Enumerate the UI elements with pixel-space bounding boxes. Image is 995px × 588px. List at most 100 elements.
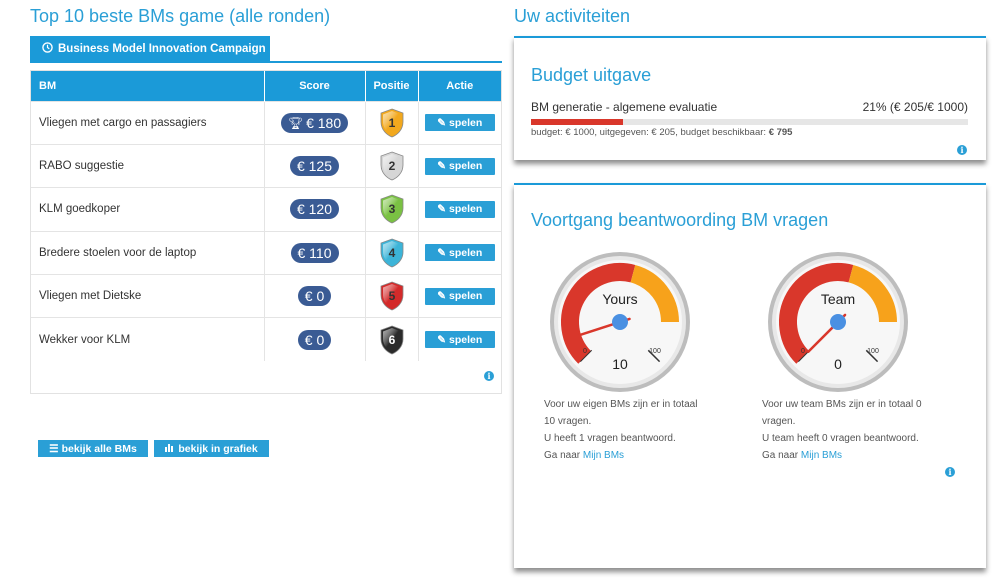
rank-shield-icon: 6 — [380, 325, 403, 355]
score-value: € 0 — [304, 288, 325, 305]
gauge-desc-line: U heeft 1 vragen beantwoord. — [544, 433, 676, 444]
info-icon[interactable]: i — [957, 145, 967, 155]
play-button[interactable]: ✎ spelen — [424, 287, 495, 305]
pencil-icon: ✎ — [437, 203, 447, 216]
score-cell: € 0 — [264, 317, 366, 362]
budget-percent: 21% (€ 205/€ 1000) — [862, 100, 968, 114]
action-cell: ✎ spelen — [418, 100, 501, 145]
score-value: € 180 — [306, 114, 342, 131]
view-all-bms-label: bekijk alle BMs — [61, 442, 137, 455]
table-row: Vliegen met Dietske € 0 5 ✎ spelen — [31, 274, 501, 318]
trophy-icon: 🏆︎ — [287, 115, 304, 130]
gauge-value: 0 — [834, 356, 842, 372]
score-badge: € 110 — [290, 242, 339, 263]
bm-name[interactable]: Vliegen met Dietske — [31, 274, 265, 318]
play-button-label: spelen — [449, 160, 483, 173]
gauge-dial: Yours 0 100 10 — [550, 252, 690, 392]
play-button-label: spelen — [449, 116, 483, 129]
rank-number: 4 — [388, 246, 395, 260]
position-cell: 6 — [365, 317, 419, 362]
rank-number: 2 — [388, 159, 395, 173]
gauge-max-label: 100 — [867, 348, 879, 355]
budget-progress-fill — [531, 119, 623, 125]
column-header-bm[interactable]: BM — [31, 71, 265, 101]
play-button[interactable]: ✎ spelen — [424, 331, 495, 349]
action-cell: ✎ spelen — [418, 143, 501, 188]
view-chart-label: bekijk in grafiek — [178, 442, 258, 455]
table-row: Vliegen met cargo en passagiers 🏆︎ € 180… — [31, 100, 501, 145]
score-cell: 🏆︎ € 180 — [264, 100, 366, 145]
gauge-value: 10 — [612, 356, 628, 372]
position-cell: 4 — [365, 230, 419, 275]
gauge: Team 0 100 0 — [767, 251, 909, 393]
gauge-description: Voor uw eigen BMs zijn er in totaal 10 v… — [544, 396, 714, 464]
view-chart-button[interactable]: bekijk in grafiek — [154, 440, 269, 457]
pencil-icon: ✎ — [437, 333, 447, 346]
table-header-row: BM Score Positie Actie — [31, 71, 501, 101]
rank-number: 5 — [388, 289, 395, 303]
table-row: RABO suggestie € 125 2 ✎ spelen — [31, 143, 501, 188]
bm-name[interactable]: KLM goedkoper — [31, 187, 265, 232]
column-header-score[interactable]: Score — [264, 71, 366, 101]
gauge-goto-text: Ga naar — [762, 450, 801, 461]
score-cell: € 125 — [264, 143, 366, 188]
score-badge: € 120 — [289, 199, 340, 220]
campaign-tab[interactable]: Business Model Innovation Campaign — [30, 36, 270, 61]
position-cell: 5 — [365, 274, 419, 318]
rank-shield-icon: 1 — [380, 108, 403, 138]
play-button-label: spelen — [449, 246, 483, 259]
play-button[interactable]: ✎ spelen — [424, 157, 495, 175]
gauge-max-label: 100 — [649, 348, 661, 355]
play-button[interactable]: ✎ spelen — [424, 200, 495, 218]
action-cell: ✎ spelen — [418, 230, 501, 275]
top10-table: BM Score Positie Actie Vliegen met cargo… — [31, 71, 501, 362]
position-cell: 2 — [365, 143, 419, 188]
play-button-label: spelen — [449, 203, 483, 216]
budget-box: Budget uitgave BM generatie - algemene e… — [514, 36, 986, 160]
gauge-min-label: 0 — [801, 348, 805, 355]
rank-number: 1 — [388, 116, 395, 130]
campaign-tab-underline — [30, 61, 502, 63]
score-cell: € 110 — [264, 230, 366, 275]
play-button[interactable]: ✎ spelen — [424, 244, 495, 262]
info-icon[interactable]: i — [945, 467, 955, 477]
gauge-description: Voor uw team BMs zijn er in totaal 0 vra… — [762, 396, 932, 464]
rank-shield-icon: 3 — [380, 195, 403, 224]
gauge-hub — [830, 314, 846, 330]
view-all-bms-button[interactable]: ☰ bekijk alle BMs — [38, 440, 148, 457]
info-icon[interactable]: i — [484, 371, 494, 381]
score-value: € 125 — [296, 158, 333, 175]
column-header-action: Actie — [418, 71, 501, 101]
gauge-goto: Ga naar Mijn BMs — [544, 447, 714, 464]
my-bms-link[interactable]: Mijn BMs — [583, 450, 624, 461]
budget-summary: budget: € 1000, uitgegeven: € 205, budge… — [531, 127, 792, 138]
position-cell: 3 — [365, 187, 419, 232]
pencil-icon: ✎ — [437, 160, 447, 173]
gauge-label: Yours — [602, 291, 637, 307]
gauge-desc-line: Voor uw eigen BMs zijn er in totaal — [544, 399, 698, 410]
top10-panel: BM Score Positie Actie Vliegen met cargo… — [30, 70, 502, 457]
bm-name[interactable]: Wekker voor KLM — [31, 317, 265, 362]
play-button[interactable]: ✎ spelen — [424, 114, 495, 132]
gauge-desc-line: U team heeft 0 vragen beantwoord. — [762, 433, 919, 444]
gauge-goto-text: Ga naar — [544, 450, 583, 461]
action-cell: ✎ spelen — [418, 274, 501, 318]
campaign-tab-label: Business Model Innovation Campaign — [58, 42, 266, 55]
budget-available: € 795 — [768, 127, 793, 138]
my-bms-link[interactable]: Mijn BMs — [801, 450, 842, 461]
table-row: Bredere stoelen voor de laptop € 110 4 ✎… — [31, 230, 501, 275]
clock-icon — [42, 41, 53, 56]
budget-progress-bar — [531, 119, 968, 125]
gauge: Yours 0 100 10 — [549, 251, 691, 393]
bm-name[interactable]: RABO suggestie — [31, 143, 265, 188]
bm-name[interactable]: Vliegen met cargo en passagiers — [31, 100, 265, 145]
list-icon: ☰ — [49, 442, 59, 455]
top10-title: Top 10 beste BMs game (alle ronden) — [30, 6, 331, 26]
column-header-position[interactable]: Positie — [365, 71, 419, 101]
rank-shield-icon: 5 — [380, 281, 403, 311]
score-cell: € 0 — [264, 274, 366, 318]
score-badge: 🏆︎ € 180 — [280, 112, 349, 133]
gauge-desc-line: 10 vragen. — [544, 416, 592, 427]
bm-name[interactable]: Bredere stoelen voor de laptop — [31, 230, 265, 275]
position-cell: 1 — [365, 100, 419, 145]
